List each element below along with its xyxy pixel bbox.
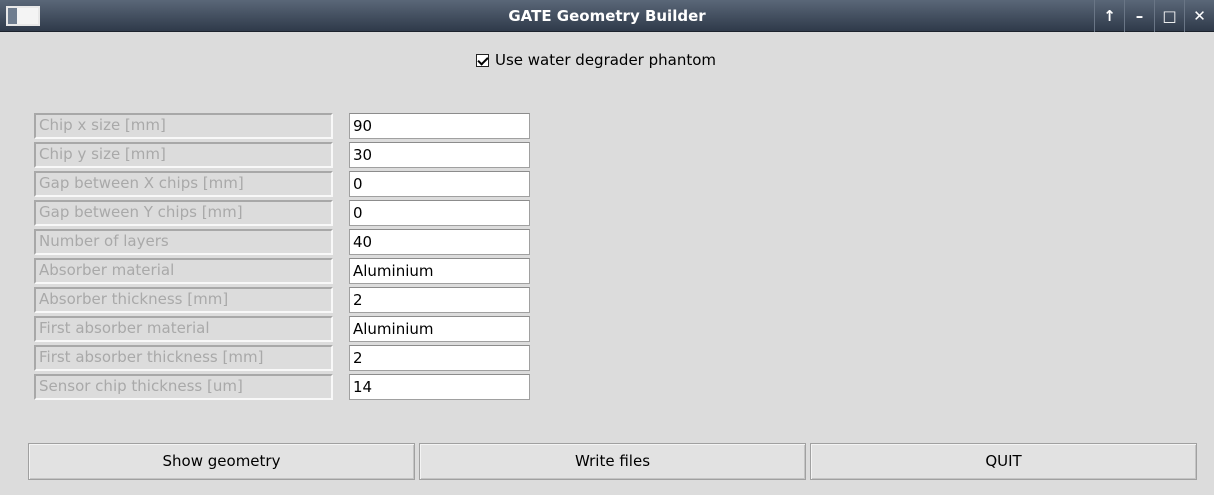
first-absorber-material-input[interactable]: Aluminium <box>349 316 530 342</box>
absorber-material-input[interactable]: Aluminium <box>349 258 530 284</box>
chip-x-size-label: Chip x size [mm] <box>34 113 333 139</box>
window-controls: ↑ – □ ✕ <box>1094 0 1214 32</box>
gap-x-chips-label: Gap between X chips [mm] <box>34 171 333 197</box>
absorber-thickness-label: Absorber thickness [mm] <box>34 287 333 313</box>
absorber-material-label: Absorber material <box>34 258 333 284</box>
water-degrader-option[interactable]: Use water degrader phantom <box>476 49 716 71</box>
first-absorber-thickness-label: First absorber thickness [mm] <box>34 345 333 371</box>
water-degrader-checkbox[interactable] <box>476 53 489 67</box>
gap-y-chips-label: Gap between Y chips [mm] <box>34 200 333 226</box>
absorber-thickness-input[interactable]: 2 <box>349 287 530 313</box>
sensor-chip-thickness-label: Sensor chip thickness [um] <box>34 374 333 400</box>
show-geometry-button[interactable]: Show geometry <box>28 443 415 480</box>
close-icon[interactable]: ✕ <box>1184 0 1214 32</box>
water-degrader-label: Use water degrader phantom <box>495 51 717 69</box>
maximize-icon[interactable]: □ <box>1154 0 1184 32</box>
gap-x-chips-input[interactable]: 0 <box>349 171 530 197</box>
minimize-icon[interactable]: – <box>1124 0 1154 32</box>
first-absorber-thickness-input[interactable]: 2 <box>349 345 530 371</box>
number-of-layers-label: Number of layers <box>34 229 333 255</box>
window-title: GATE Geometry Builder <box>508 7 706 25</box>
chip-x-size-input[interactable]: 90 <box>349 113 530 139</box>
shade-icon[interactable]: ↑ <box>1094 0 1124 32</box>
quit-button[interactable]: QUIT <box>810 443 1197 480</box>
number-of-layers-input[interactable]: 40 <box>349 229 530 255</box>
title-bar: GATE Geometry Builder ↑ – □ ✕ <box>0 0 1214 32</box>
gap-y-chips-input[interactable]: 0 <box>349 200 530 226</box>
first-absorber-material-label: First absorber material <box>34 316 333 342</box>
chip-y-size-input[interactable]: 30 <box>349 142 530 168</box>
sensor-chip-thickness-input[interactable]: 14 <box>349 374 530 400</box>
write-files-button[interactable]: Write files <box>419 443 806 480</box>
chip-y-size-label: Chip y size [mm] <box>34 142 333 168</box>
